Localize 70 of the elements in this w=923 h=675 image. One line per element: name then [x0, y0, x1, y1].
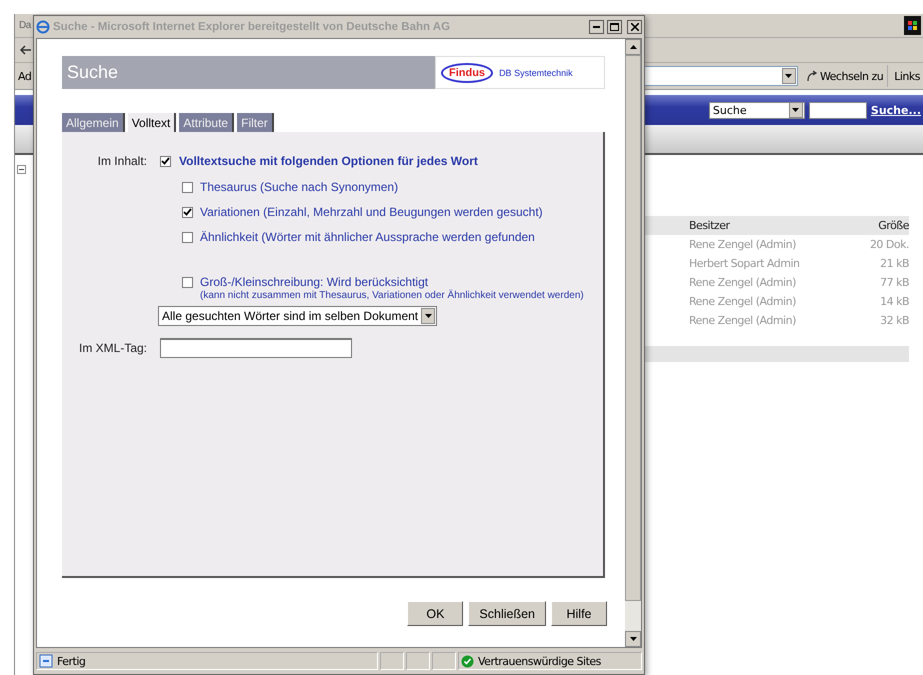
column-header[interactable]: Größe: [849, 219, 909, 232]
dropdown-button[interactable]: [782, 68, 796, 84]
minimize-button[interactable]: [589, 20, 604, 34]
go-button[interactable]: Wechseln zu: [804, 65, 888, 87]
dialog-button[interactable]: OK: [407, 601, 464, 626]
field-label: Im Inhalt:: [96, 154, 147, 170]
checkbox-label: Variationen (Einzahl, Mehrzahl und Beugungen werden gesucht): [200, 205, 543, 219]
table-cell-text: 77 kB: [879, 276, 909, 289]
table-cell-text: 32 kB: [879, 314, 909, 327]
checkbox-label: Ähnlichkeit (Wörter mit ähnlicher Aussprache werden gefunden: [200, 230, 535, 244]
links-label[interactable]: Links: [894, 70, 920, 82]
xml-tag-field[interactable]: [160, 338, 352, 358]
dialog-button[interactable]: Schließen: [468, 601, 546, 626]
scroll-down-button[interactable]: [625, 631, 641, 647]
checkbox[interactable]: [182, 206, 193, 218]
page-header: Suche: [62, 56, 435, 89]
page-icon: [39, 654, 53, 668]
table-cell-text: Rene Zengel (Admin): [689, 314, 797, 327]
status-text: Fertig: [57, 654, 86, 668]
table-cell-text: 14 kB: [879, 295, 909, 308]
collapse-icon[interactable]: [17, 165, 26, 174]
security-zone: Vertrauenswürdige Sites: [478, 654, 601, 668]
dialog-button[interactable]: Hilfe: [551, 601, 607, 626]
scroll-up-icon: [630, 45, 636, 49]
checkbox[interactable]: [160, 156, 171, 166]
browser-icon: [36, 20, 50, 34]
scroll-down-icon: [630, 637, 636, 641]
go-arrow-icon: [806, 70, 818, 82]
dropdown-arrow-icon: [424, 314, 432, 318]
checkbox[interactable]: [182, 182, 193, 192]
logo-tagline: DB Systemtechnik: [499, 68, 573, 78]
window-title: Suche - Microsoft Internet Explorer bereitgestellt von Deutsche Bahn AG: [53, 21, 452, 33]
table-cell-text: Herbert Sopart Admin: [689, 257, 800, 270]
status-pane: [432, 652, 456, 670]
hint-text: (kann nicht zusammen mit Thesaurus, Variationen oder Ähnlichkeit verwendet werden): [200, 290, 585, 301]
search-select[interactable]: Suche: [708, 102, 805, 118]
scrollbar[interactable]: [625, 39, 641, 647]
checkmark-icon: [183, 208, 192, 216]
checkbox[interactable]: [182, 232, 193, 242]
field-label: Im XML-Tag:: [78, 341, 147, 355]
checkmark-icon: [161, 157, 170, 165]
flag-logo-icon: [904, 16, 921, 35]
back-arrow-icon[interactable]: [20, 45, 32, 55]
window-title: Da: [18, 20, 31, 31]
table-cell-text: 21 kB: [879, 257, 909, 270]
table-cell-text: Rene Zengel (Admin): [689, 238, 797, 251]
maximize-icon: [610, 23, 619, 31]
dropdown-arrow-icon: [792, 108, 800, 112]
table-cell-text: 20 Dok.: [868, 238, 909, 251]
scope-select[interactable]: Alle gesuchten Wörter sind im selben Dokument: [158, 306, 438, 326]
checkbox[interactable]: [182, 276, 193, 288]
status-pane: [380, 652, 404, 670]
table-cell-text: Rene Zengel (Admin): [689, 295, 797, 308]
column-header[interactable]: Besitzer: [689, 219, 849, 232]
search-field[interactable]: [808, 102, 867, 118]
minimize-icon: [593, 26, 600, 28]
checkbox-label: Volltextsuche mit folgenden Optionen für jedes Wort: [179, 154, 478, 168]
table-cell-text: Rene Zengel (Admin): [689, 276, 797, 289]
maximize-button[interactable]: [607, 20, 622, 34]
findus-logo: Findus: [441, 62, 494, 82]
checkbox-label: Groß-/Kleinschreibung: Wird berücksichtigt: [200, 275, 428, 289]
close-icon: [630, 23, 638, 31]
search-link[interactable]: Suche...: [870, 104, 921, 116]
close-button[interactable]: [627, 20, 642, 34]
status-pane: [406, 652, 430, 670]
tab[interactable]: Volltext: [128, 113, 176, 132]
address-label: Ad: [18, 70, 32, 82]
checkbox-label: Thesaurus (Suche nach Synonymen): [200, 180, 398, 194]
dropdown-arrow-icon: [785, 74, 792, 78]
check-circle-icon: [461, 654, 474, 668]
